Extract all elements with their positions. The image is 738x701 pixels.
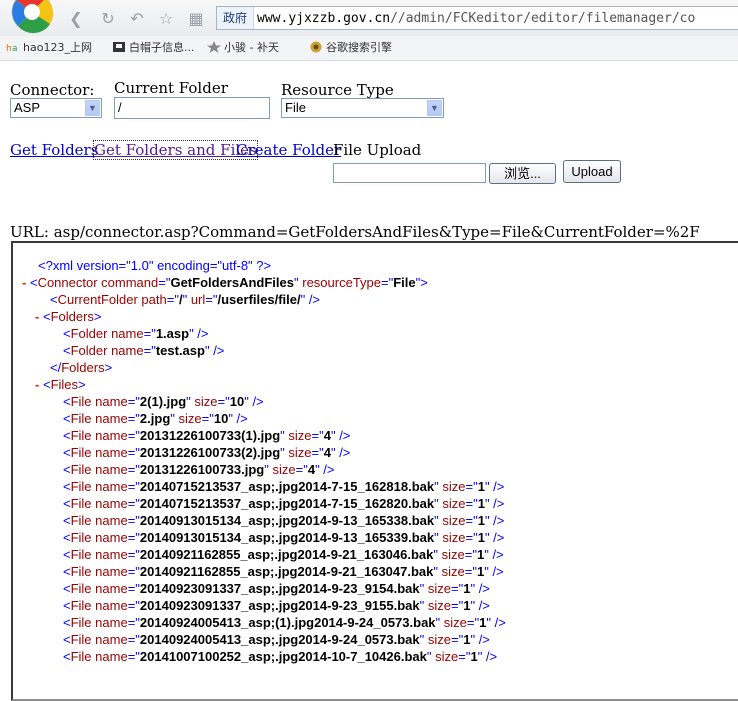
file-name: 20131226100733(2).jpg — [139, 445, 281, 460]
xml-file-node: <File name="20140715213537_asp;.jpg2014-… — [63, 496, 505, 511]
file-size: 1 — [477, 496, 485, 511]
file-size: 10 — [229, 394, 245, 409]
bookmark-butian[interactable]: 小骏 - 补天 — [207, 40, 279, 56]
xml-file-node: <File name="20140913015134_asp;.jpg2014-… — [63, 530, 505, 545]
file-size: 4 — [323, 445, 331, 460]
bookmark-hao123[interactable]: h a hao123_上网 — [6, 40, 92, 56]
xml-file-node: <File name="20140715213537_asp;.jpg2014-… — [63, 479, 505, 494]
file-size: 1 — [470, 649, 478, 664]
xml-file-node: <File name="20131226100733(1).jpg" size=… — [63, 428, 351, 443]
chevron-down-icon: ▼ — [427, 100, 442, 116]
reload-icon[interactable]: ↻ — [98, 9, 118, 29]
file-name: 2.jpg — [139, 411, 171, 426]
chevron-down-icon: ▼ — [85, 100, 100, 116]
current-folder-input[interactable]: / — [114, 97, 270, 119]
upload-button[interactable]: Upload — [563, 160, 621, 183]
google-icon — [310, 41, 322, 53]
xml-file-node: <File name="20131226100733(2).jpg" size=… — [63, 445, 351, 460]
collapse-icon[interactable]: - — [22, 275, 26, 290]
hao123-icon: ha — [6, 44, 18, 53]
xml-file-node: <File name="20140924005413_asp;(1).jpg20… — [63, 615, 506, 630]
get-folders-link[interactable]: Get Folders — [10, 141, 98, 159]
xml-declaration: <?xml version="1.0" encoding="utf-8" ?> — [38, 258, 272, 273]
file-name: 20140921162855_asp;.jpg2014-9-21_163047.… — [139, 564, 434, 579]
file-size: 1 — [477, 530, 485, 545]
resource-type-select[interactable]: File ▼ — [281, 98, 444, 118]
xml-folders-close: </Folders> — [50, 360, 113, 375]
file-upload-label: File Upload — [333, 141, 422, 159]
file-name: 20140923091337_asp;.jpg2014-9-23_9155.ba… — [139, 598, 420, 613]
bookmarks-bar: h a hao123_上网 白帽子信息... 小骏 - 补天 谷歌搜索引擎 — [0, 36, 738, 61]
xml-output-frame[interactable]: <?xml version="1.0" encoding="utf-8" ?> … — [11, 241, 738, 701]
undo-icon[interactable]: ↶ — [127, 9, 147, 29]
xml-files-open: - <Files> — [35, 377, 86, 392]
file-name: 20140715213537_asp;.jpg2014-7-15_162818.… — [139, 479, 435, 494]
browse-button[interactable]: 浏览... — [489, 163, 556, 184]
xml-folders-open: - <Folders> — [35, 309, 102, 324]
file-name: 20131226100733.jpg — [139, 462, 265, 477]
request-url: URL: asp/connector.asp?Command=GetFolder… — [10, 223, 700, 241]
zone-label: 政府 — [217, 7, 255, 29]
get-folders-and-files-link[interactable]: Get Folders and Files — [93, 140, 258, 160]
address-host: www.yjxzzb.gov.cn — [257, 11, 391, 26]
file-path-input[interactable] — [333, 163, 486, 183]
file-name: 20140913015134_asp;.jpg2014-9-13_165339.… — [139, 530, 435, 545]
create-folder-link[interactable]: Create Folder — [236, 141, 341, 159]
resource-type-label: Resource Type — [281, 81, 394, 99]
file-name: 20141007100252_asp;.jpg2014-10-7_10426.b… — [139, 649, 427, 664]
address-path: //admin/FCKeditor/editor/filemanager/co — [390, 11, 696, 26]
file-size: 10 — [213, 411, 229, 426]
xml-file-node: <File name="20131226100733.jpg" size="4"… — [63, 462, 335, 477]
xml-folder-node: <Folder name="1.asp" /> — [63, 326, 209, 341]
xml-current-folder-node: <CurrentFolder path="/" url="/userfiles/… — [50, 292, 321, 307]
xml-file-node: <File name="20140924005413_asp;.jpg2014-… — [63, 632, 490, 647]
star-icon — [207, 41, 221, 53]
svg-text:a: a — [12, 44, 18, 53]
xml-file-node: <File name="20141007100252_asp;.jpg2014-… — [63, 649, 498, 664]
xml-file-node: <File name="20140913015134_asp;.jpg2014-… — [63, 513, 505, 528]
xml-file-node: <File name="20140921162855_asp;.jpg2014-… — [63, 547, 504, 562]
xml-connector-node: - <Connector command="GetFoldersAndFiles… — [22, 275, 428, 290]
file-name: 20140715213537_asp;.jpg2014-7-15_162820.… — [139, 496, 435, 511]
file-size: 1 — [477, 479, 485, 494]
collapse-icon[interactable]: - — [35, 309, 39, 324]
xml-file-node: <File name="20140923091337_asp;.jpg2014-… — [63, 581, 490, 596]
current-folder-label: Current Folder — [114, 79, 228, 97]
grid-icon[interactable]: ▦ — [186, 9, 206, 29]
file-name: 2(1).jpg — [139, 394, 187, 409]
back-icon[interactable]: ❮ — [66, 9, 86, 29]
file-name: 20140913015134_asp;.jpg2014-9-13_165338.… — [139, 513, 435, 528]
file-size: 1 — [477, 513, 485, 528]
xml-file-node: <File name="2.jpg" size="10" /> — [63, 411, 248, 426]
file-name: 20131226100733(1).jpg — [139, 428, 281, 443]
hat-icon — [113, 42, 125, 52]
file-size: 4 — [323, 428, 331, 443]
star-icon[interactable]: ☆ — [156, 9, 176, 29]
connector-select[interactable]: ASP ▼ — [10, 98, 102, 118]
bookmark-baimaozi[interactable]: 白帽子信息... — [112, 40, 195, 56]
collapse-icon[interactable]: - — [35, 377, 39, 392]
file-name: 20140924005413_asp;(1).jpg2014-9-24_0573… — [139, 615, 436, 630]
browser-toolbar: ❮ ↻ ↶ ☆ ▦ 政府 www.yjxzzb.gov.cn//admin/FCK… — [0, 0, 738, 37]
browser-logo-icon — [11, 0, 54, 34]
file-name: 20140923091337_asp;.jpg2014-9-23_9154.ba… — [139, 581, 420, 596]
address-bar[interactable]: 政府 www.yjxzzb.gov.cn//admin/FCKeditor/edi… — [216, 6, 738, 30]
xml-folder-node: <Folder name="test.asp" /> — [63, 343, 225, 358]
file-name: 20140921162855_asp;.jpg2014-9-21_163046.… — [139, 547, 434, 562]
file-size: 4 — [307, 462, 316, 477]
file-name: 20140924005413_asp;.jpg2014-9-24_0573.ba… — [139, 632, 420, 647]
page-content: Connector: Current Folder Resource Type … — [0, 61, 738, 701]
connector-label: Connector: — [10, 81, 95, 99]
svg-text:h: h — [6, 44, 12, 53]
xml-file-node: <File name="2(1).jpg" size="10" /> — [63, 394, 264, 409]
xml-file-node: <File name="20140923091337_asp;.jpg2014-… — [63, 598, 490, 613]
xml-file-node: <File name="20140921162855_asp;.jpg2014-… — [63, 564, 504, 579]
bookmark-google[interactable]: 谷歌搜索引擎 — [309, 40, 392, 56]
